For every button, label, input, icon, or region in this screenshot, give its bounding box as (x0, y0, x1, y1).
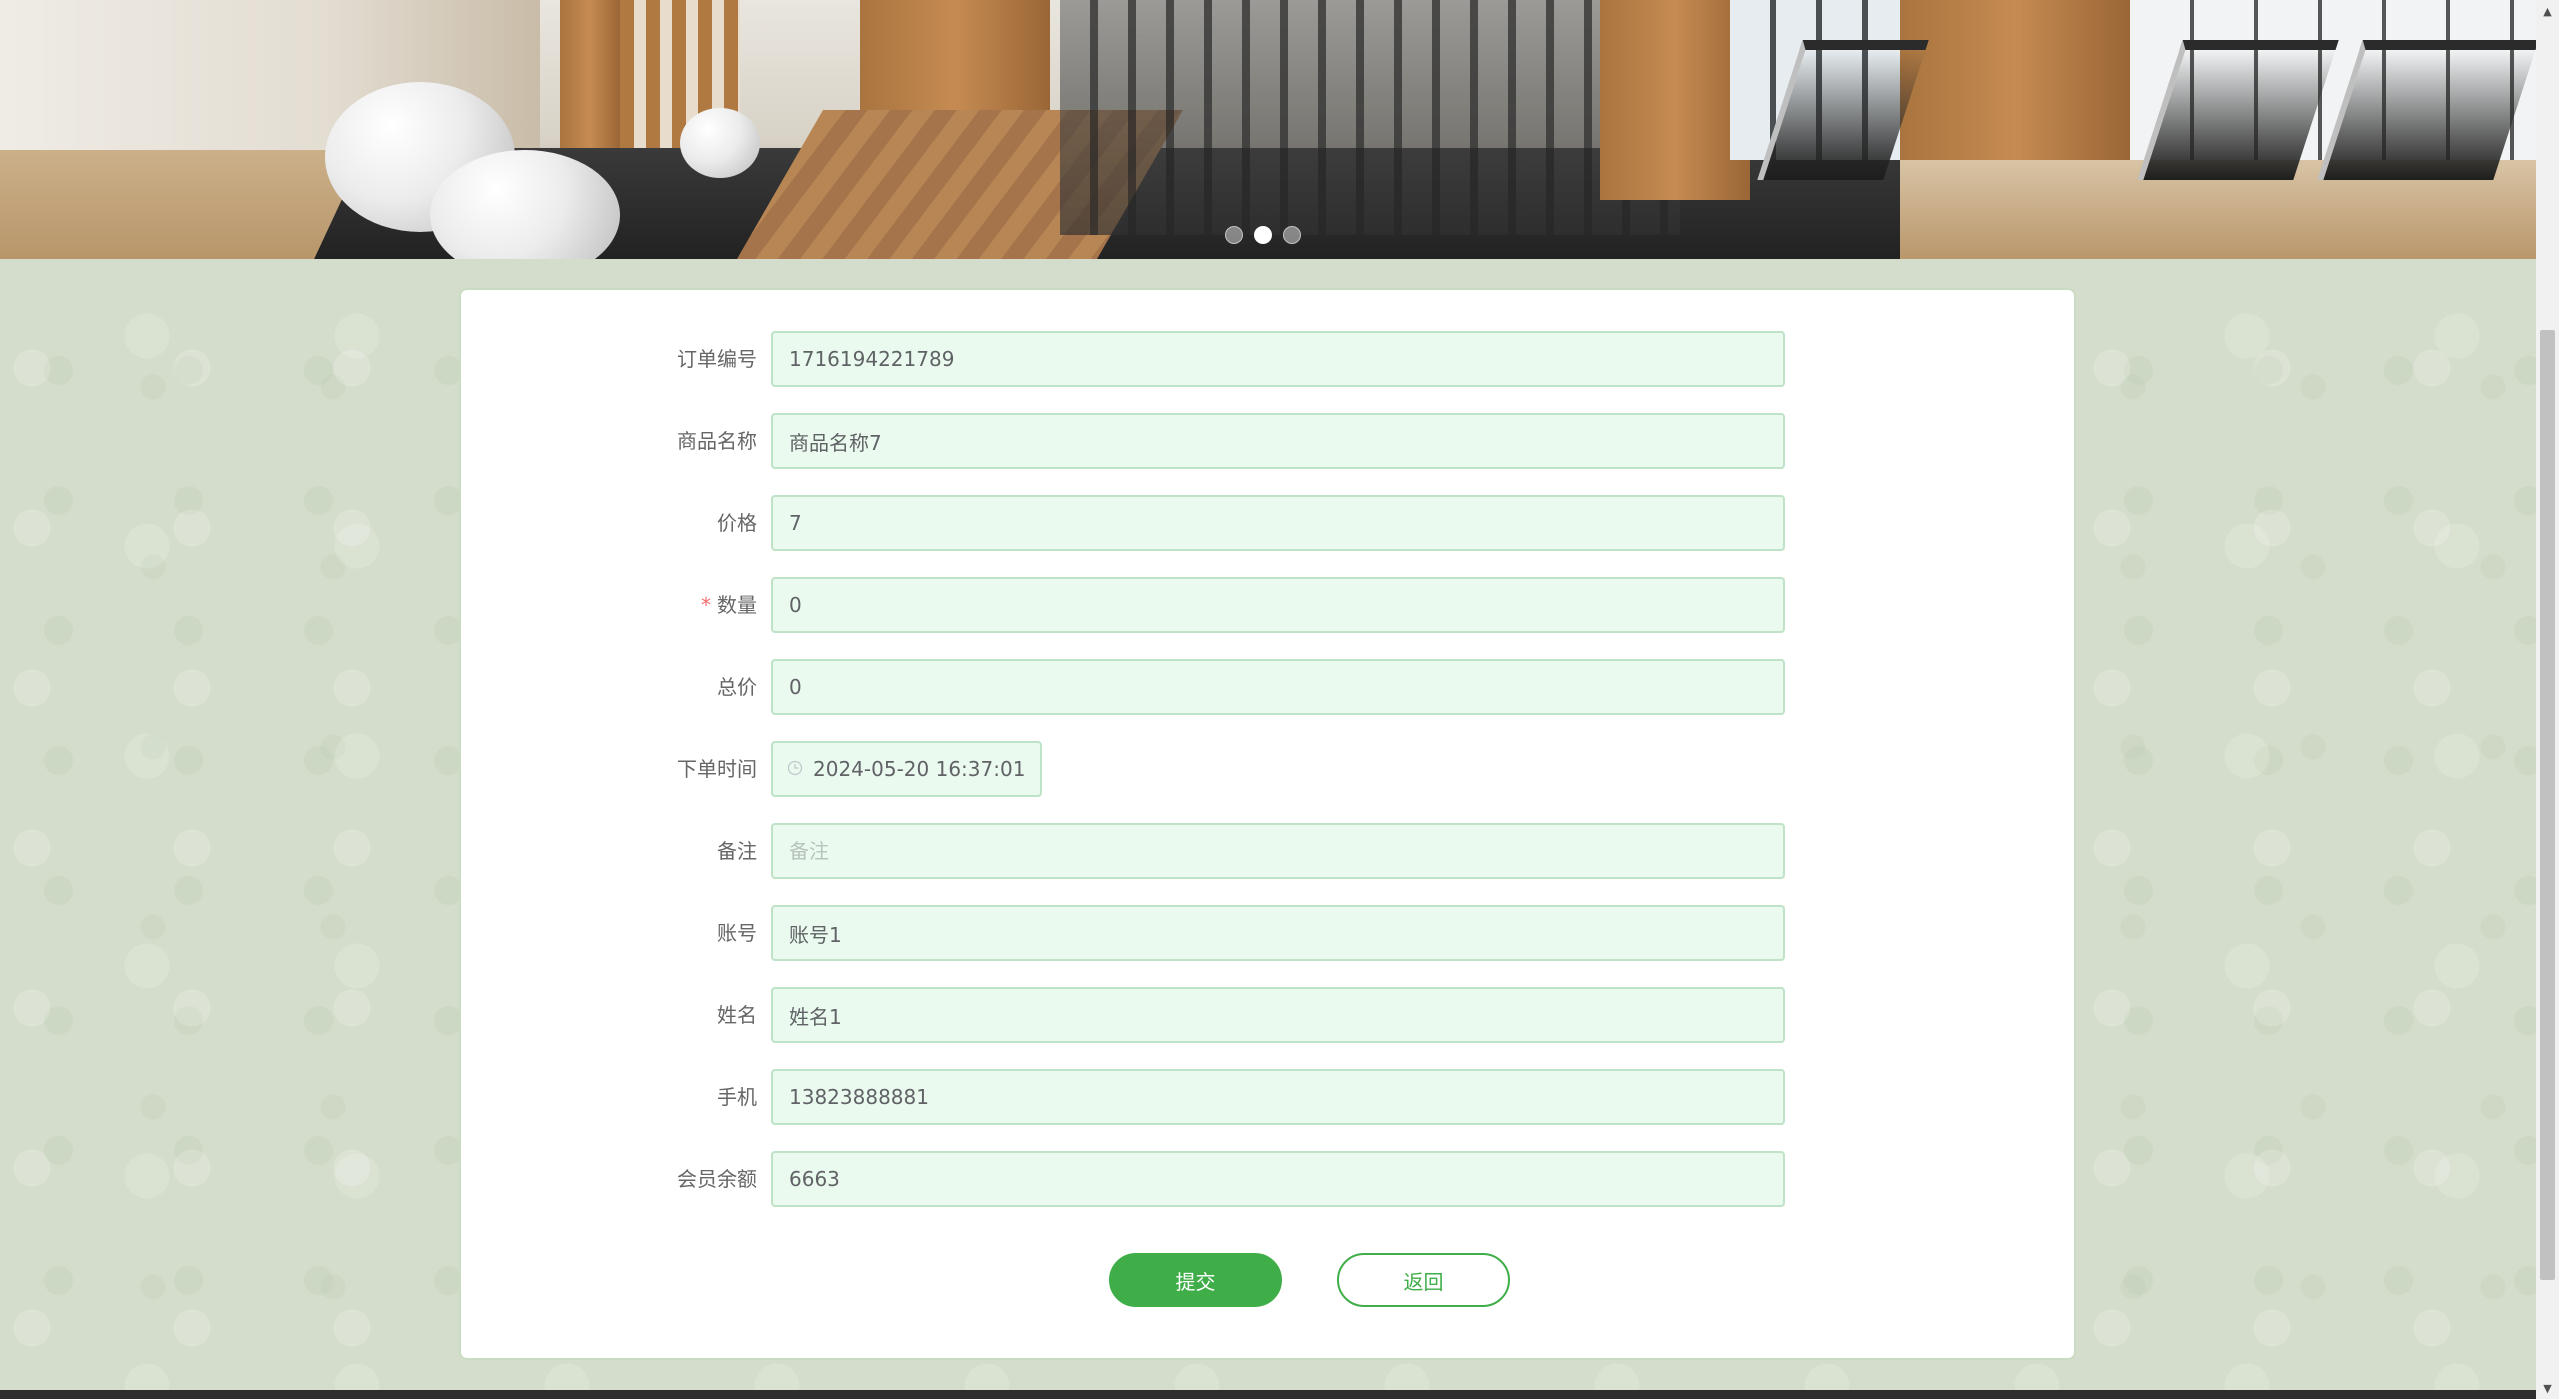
page-bottom-bar (0, 1390, 2536, 1399)
scrollbar-thumb[interactable] (2540, 330, 2555, 1280)
form-row-remark: 备注 (461, 823, 2074, 879)
account-label: 账号 (717, 921, 757, 945)
page-scrollbar[interactable]: ▲ ▼ (2536, 0, 2559, 1399)
required-star: * (701, 593, 711, 617)
form-row-phone: 手机 (461, 1069, 2074, 1125)
clock-icon (787, 760, 803, 776)
price-label: 价格 (717, 511, 757, 535)
member-balance-input[interactable] (771, 1151, 1785, 1207)
submit-button[interactable]: 提交 (1109, 1253, 1282, 1307)
form-row-price: 价格 (461, 495, 2074, 551)
carousel-dot[interactable] (1225, 226, 1243, 244)
phone-label: 手机 (717, 1085, 757, 1109)
banner-pillar (1600, 0, 1750, 200)
hero-banner-carousel (0, 0, 2536, 259)
order-no-input[interactable] (771, 331, 1785, 387)
carousel-dot[interactable] (1254, 226, 1272, 244)
total-price-label: 总价 (717, 675, 757, 699)
form-row-goods-name: 商品名称 (461, 413, 2074, 469)
total-price-input[interactable] (771, 659, 1785, 715)
form-row-member-balance: 会员余额 (461, 1151, 2074, 1207)
banner-exercise-ball (680, 108, 760, 178)
quantity-input[interactable] (771, 577, 1785, 633)
form-row-quantity: * 数量 (461, 577, 2074, 633)
remark-label: 备注 (717, 839, 757, 863)
order-no-label: 订单编号 (677, 347, 757, 371)
member-balance-label: 会员余额 (677, 1167, 757, 1191)
goods-name-input[interactable] (771, 413, 1785, 469)
name-input[interactable] (771, 987, 1785, 1043)
form-row-total-price: 总价 (461, 659, 2074, 715)
order-time-picker[interactable] (771, 741, 1042, 797)
order-time-label: 下单时间 (677, 757, 757, 781)
quantity-label: * 数量 (701, 577, 757, 633)
account-input[interactable] (771, 905, 1785, 961)
form-row-order-time: 下单时间 (461, 741, 2074, 797)
form-row-name: 姓名 (461, 987, 2074, 1043)
scroll-up-arrow-icon[interactable]: ▲ (2536, 0, 2559, 22)
order-time-input[interactable] (813, 743, 1038, 795)
price-input[interactable] (771, 495, 1785, 551)
form-row-order-no: 订单编号 (461, 331, 2074, 387)
remark-input[interactable] (771, 823, 1785, 879)
quantity-label-text: 数量 (717, 593, 757, 617)
back-button[interactable]: 返回 (1337, 1253, 1510, 1307)
banner-pillar (1900, 0, 2130, 180)
name-label: 姓名 (717, 1003, 757, 1027)
carousel-indicators (1225, 226, 1301, 244)
order-form-card: 订单编号 商品名称 价格 *数量 总价 下单时间 备注 账号 (459, 288, 2076, 1360)
phone-input[interactable] (771, 1069, 1785, 1125)
scroll-down-arrow-icon[interactable]: ▼ (2536, 1377, 2559, 1399)
form-row-account: 账号 (461, 905, 2074, 961)
goods-name-label: 商品名称 (677, 429, 757, 453)
banner-gym-machines (1060, 0, 1680, 235)
carousel-dot[interactable] (1283, 226, 1301, 244)
